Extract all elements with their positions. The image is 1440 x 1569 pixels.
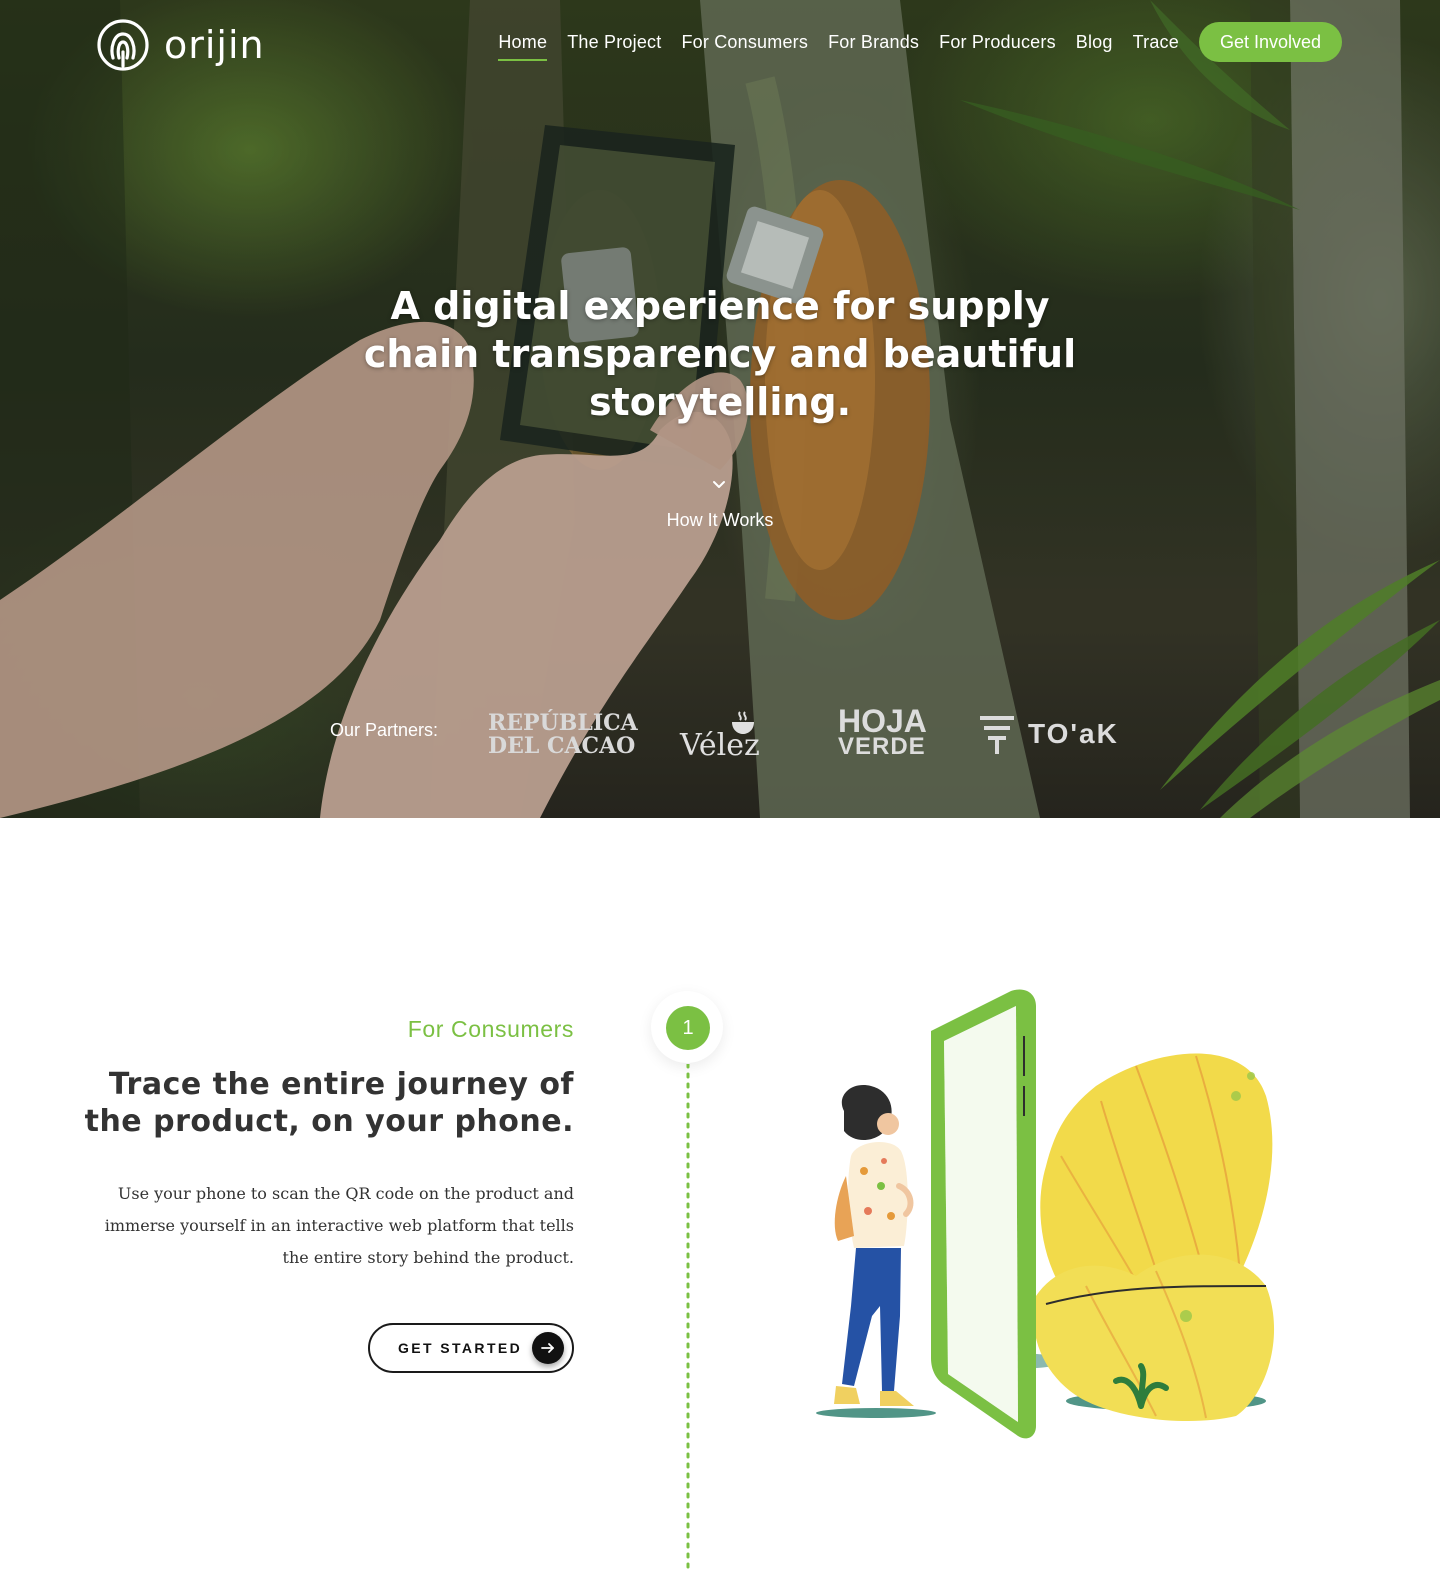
main-nav: Home The Project For Consumers For Brand… [478,22,1342,62]
brand-name: orijin [164,23,265,67]
partner-logo-velez: Vélez [680,711,760,763]
chevron-down-icon[interactable] [710,478,728,492]
section-eyebrow: For Consumers [407,1016,574,1042]
toak-mark-icon [980,716,1014,754]
how-it-works-link[interactable]: How It Works [620,510,820,531]
nav-item-trace[interactable]: Trace [1133,24,1179,61]
get-involved-button[interactable]: Get Involved [1198,22,1342,62]
brand-logo[interactable]: orijin [96,18,265,72]
partner-logo-text-line2: DEL CACAO [488,733,636,759]
get-started-label: GET STARTED [398,1340,523,1356]
section-title: Trace the entire journey of the product,… [84,1067,574,1139]
cup-icon [732,711,754,734]
partner-logo-text: TO'aK [1028,718,1119,749]
arrow-right-icon [532,1332,564,1364]
orijin-logo-icon [97,19,149,71]
partner-logo-text-line2: VERDE [838,733,926,760]
nav-item-for-consumers[interactable]: For Consumers [681,24,808,61]
section-body: Use your phone to scan the QR code on th… [104,1184,574,1267]
partner-logo-toak: TO'aK [978,712,1138,758]
hero-title: A digital experience for supply chain tr… [363,284,1077,424]
nav-item-the-project[interactable]: The Project [567,24,661,61]
nav-item-for-brands[interactable]: For Brands [828,24,919,61]
partner-logo-text-line1: REPÚBLICA [488,710,638,736]
step-number-badge: 1 [666,1006,710,1050]
nav-item-home[interactable]: Home [498,24,548,61]
hero-section: orijin Home The Project For Consumers Fo… [0,0,1440,818]
get-started-button[interactable]: GET STARTED [368,1323,574,1373]
nav-item-blog[interactable]: Blog [1076,24,1113,61]
nav-item-for-producers[interactable]: For Producers [939,24,1056,61]
partner-logo-text-line1: HOJA [838,703,927,739]
partner-logo-hoja-verde: HOJA VERDE [838,703,927,760]
partner-logo-republica-del-cacao: REPÚBLICA DEL CACAO [488,712,638,758]
consumer-scanning-illustration [816,989,1275,1439]
timeline-dotted-line [686,1064,690,1569]
partners-label: Our Partners: [330,720,439,740]
